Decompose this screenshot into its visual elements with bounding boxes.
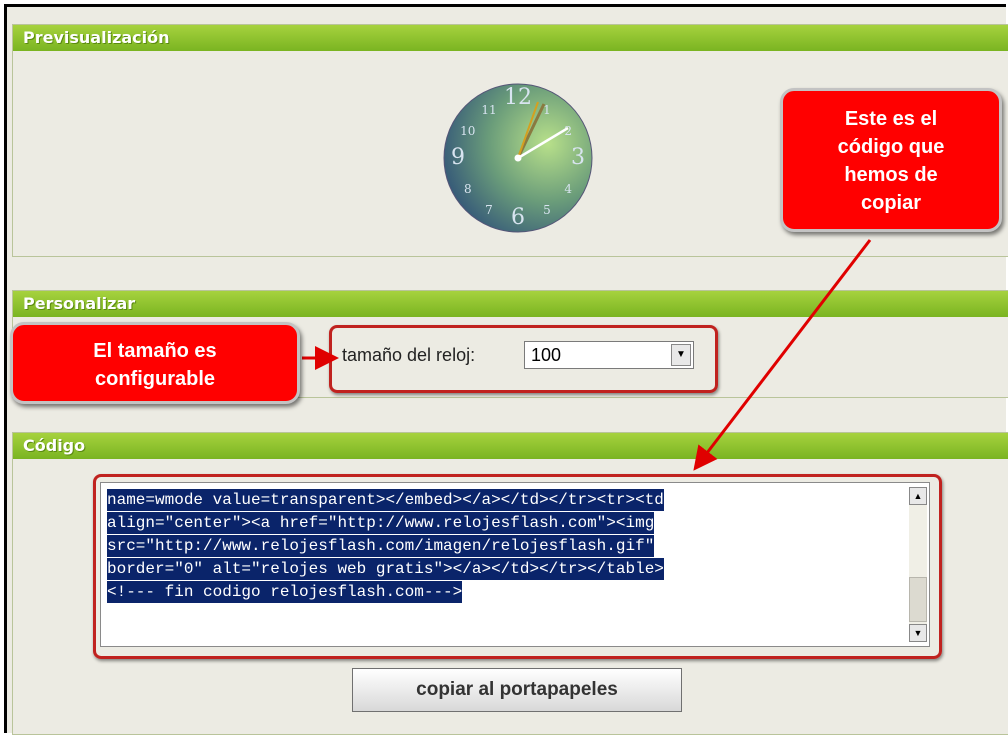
- code-textarea[interactable]: name=wmode value=transparent></embed></a…: [100, 482, 930, 647]
- clock-numeral: 3: [571, 145, 585, 170]
- clock-size-value: 100: [531, 345, 562, 365]
- clock-numeral: 4: [564, 182, 572, 196]
- callout-line: Este es el: [844, 108, 938, 130]
- personalize-header: Personalizar: [13, 291, 1008, 317]
- code-line: <!--- fin codigo relojesflash.com--->: [107, 581, 463, 603]
- callout-line: código que: [837, 136, 945, 158]
- scroll-up-icon[interactable]: ▲: [909, 487, 927, 505]
- preview-header: Previsualización: [13, 25, 1008, 51]
- clock-numeral: 11: [481, 103, 496, 117]
- clock-numeral: 10: [460, 124, 475, 138]
- size-label: tamaño del reloj:: [342, 345, 476, 365]
- clock-numeral: 6: [511, 205, 525, 230]
- clock-numeral: 8: [464, 182, 472, 196]
- scroll-down-icon[interactable]: ▼: [909, 624, 927, 642]
- callout-line: El tamaño es: [93, 340, 217, 362]
- analog-clock: 12 1234567891011: [443, 83, 593, 233]
- clock-numeral: 9: [451, 145, 465, 170]
- chevron-down-icon[interactable]: ▼: [671, 344, 691, 366]
- copy-to-clipboard-button[interactable]: copiar al portapapeles: [352, 668, 682, 712]
- scroll-thumb[interactable]: [909, 577, 927, 622]
- code-header: Código: [13, 433, 1008, 459]
- code-callout: Este es el código que hemos de copiar: [780, 88, 1002, 232]
- clock-numeral: 5: [543, 203, 551, 217]
- code-line: name=wmode value=transparent></embed></a…: [107, 489, 664, 511]
- clock-numeral: 12: [504, 85, 532, 110]
- clock-size-select[interactable]: 100 ▼: [524, 341, 694, 369]
- callout-line: copiar: [860, 192, 922, 214]
- code-line: border="0" alt="relojes web gratis"></a>…: [107, 558, 664, 580]
- callout-line: configurable: [94, 368, 215, 390]
- code-scrollbar[interactable]: ▲ ▼: [909, 487, 927, 642]
- callout-line: hemos de: [844, 164, 938, 186]
- size-callout: El tamaño es configurable: [10, 322, 300, 404]
- code-line: src="http://www.relojesflash.com/imagen/…: [107, 535, 655, 557]
- clock-numeral: 2: [564, 124, 572, 138]
- clock-numeral: 7: [485, 203, 493, 217]
- code-line: align="center"><a href="http://www.reloj…: [107, 512, 655, 534]
